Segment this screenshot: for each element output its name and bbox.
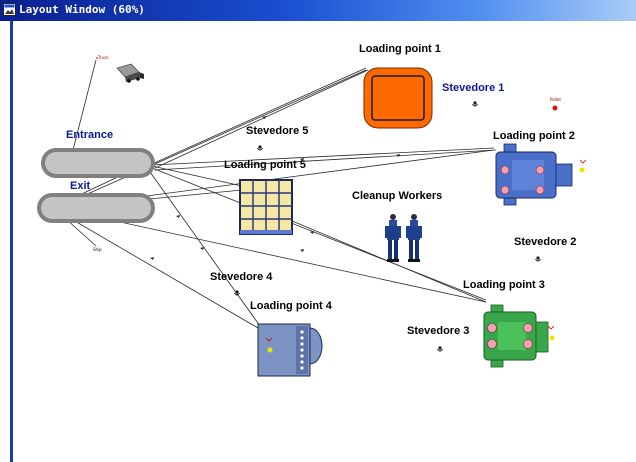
stevedore-3-label: Stevedore 3 xyxy=(407,325,470,337)
stevedore-5-icon[interactable] xyxy=(257,145,263,151)
truck-tag: Truck xyxy=(98,55,109,60)
pallet-marker-arrow-icon xyxy=(547,325,555,330)
entrance-label: Entrance xyxy=(66,129,114,141)
entrance-conveyor[interactable] xyxy=(41,148,155,178)
pallet-tag: Pallet xyxy=(550,97,561,102)
truck-icon[interactable] xyxy=(116,63,144,83)
pallet-marker-icon xyxy=(549,335,555,341)
path-line xyxy=(154,69,369,169)
loading-point-1-machine[interactable] xyxy=(363,67,433,129)
pallet-marker-icon xyxy=(579,167,585,173)
loading-point-4-machine[interactable] xyxy=(257,323,323,377)
stevedore-1-icon[interactable] xyxy=(472,101,478,107)
loading-point-2-machine[interactable] xyxy=(495,143,573,206)
stevedore-3-icon[interactable] xyxy=(437,346,443,352)
path-line xyxy=(151,167,487,301)
stevedore-2-label: Stevedore 2 xyxy=(514,236,577,248)
layout-canvas[interactable] xyxy=(0,0,636,462)
arrow-icon xyxy=(300,249,304,252)
path-line xyxy=(154,149,497,171)
cleanup-workers-label: Cleanup Workers xyxy=(352,190,443,202)
pallet-marker-arrow-icon xyxy=(579,159,587,164)
stevedore-4-label: Stevedore 4 xyxy=(210,271,273,283)
stevedore-1-label: Stevedore 1 xyxy=(442,82,505,94)
loading-point-5-machine[interactable] xyxy=(239,179,293,235)
exit-conveyor[interactable] xyxy=(37,193,155,223)
loading-point-1-label: Loading point 1 xyxy=(359,43,441,55)
cleanup-worker-1-icon[interactable] xyxy=(385,214,401,262)
layout-window: Layout Window (60%) Loading point 1 Stev… xyxy=(0,0,636,462)
exit-label: Exit xyxy=(70,180,91,192)
cleanup-worker-2-icon[interactable] xyxy=(406,214,422,262)
loading-point-3-machine[interactable] xyxy=(483,304,549,368)
arrow-icon xyxy=(200,247,204,250)
loading-point-4-label: Loading point 4 xyxy=(250,300,332,312)
stevedore-2-icon[interactable] xyxy=(535,256,541,262)
arrow-icon xyxy=(176,215,180,218)
arrow-icon xyxy=(150,257,154,260)
loading-point-5-label: Loading point 5 xyxy=(224,159,306,171)
loading-point-2-label: Loading point 2 xyxy=(493,130,575,142)
path-line xyxy=(55,209,259,329)
stevedore-5-label: Stevedore 5 xyxy=(246,125,309,137)
ship-tag: Ship xyxy=(93,247,102,252)
pallet-red-dot-icon xyxy=(552,105,558,111)
loading-point-3-label: Loading point 3 xyxy=(463,279,545,291)
